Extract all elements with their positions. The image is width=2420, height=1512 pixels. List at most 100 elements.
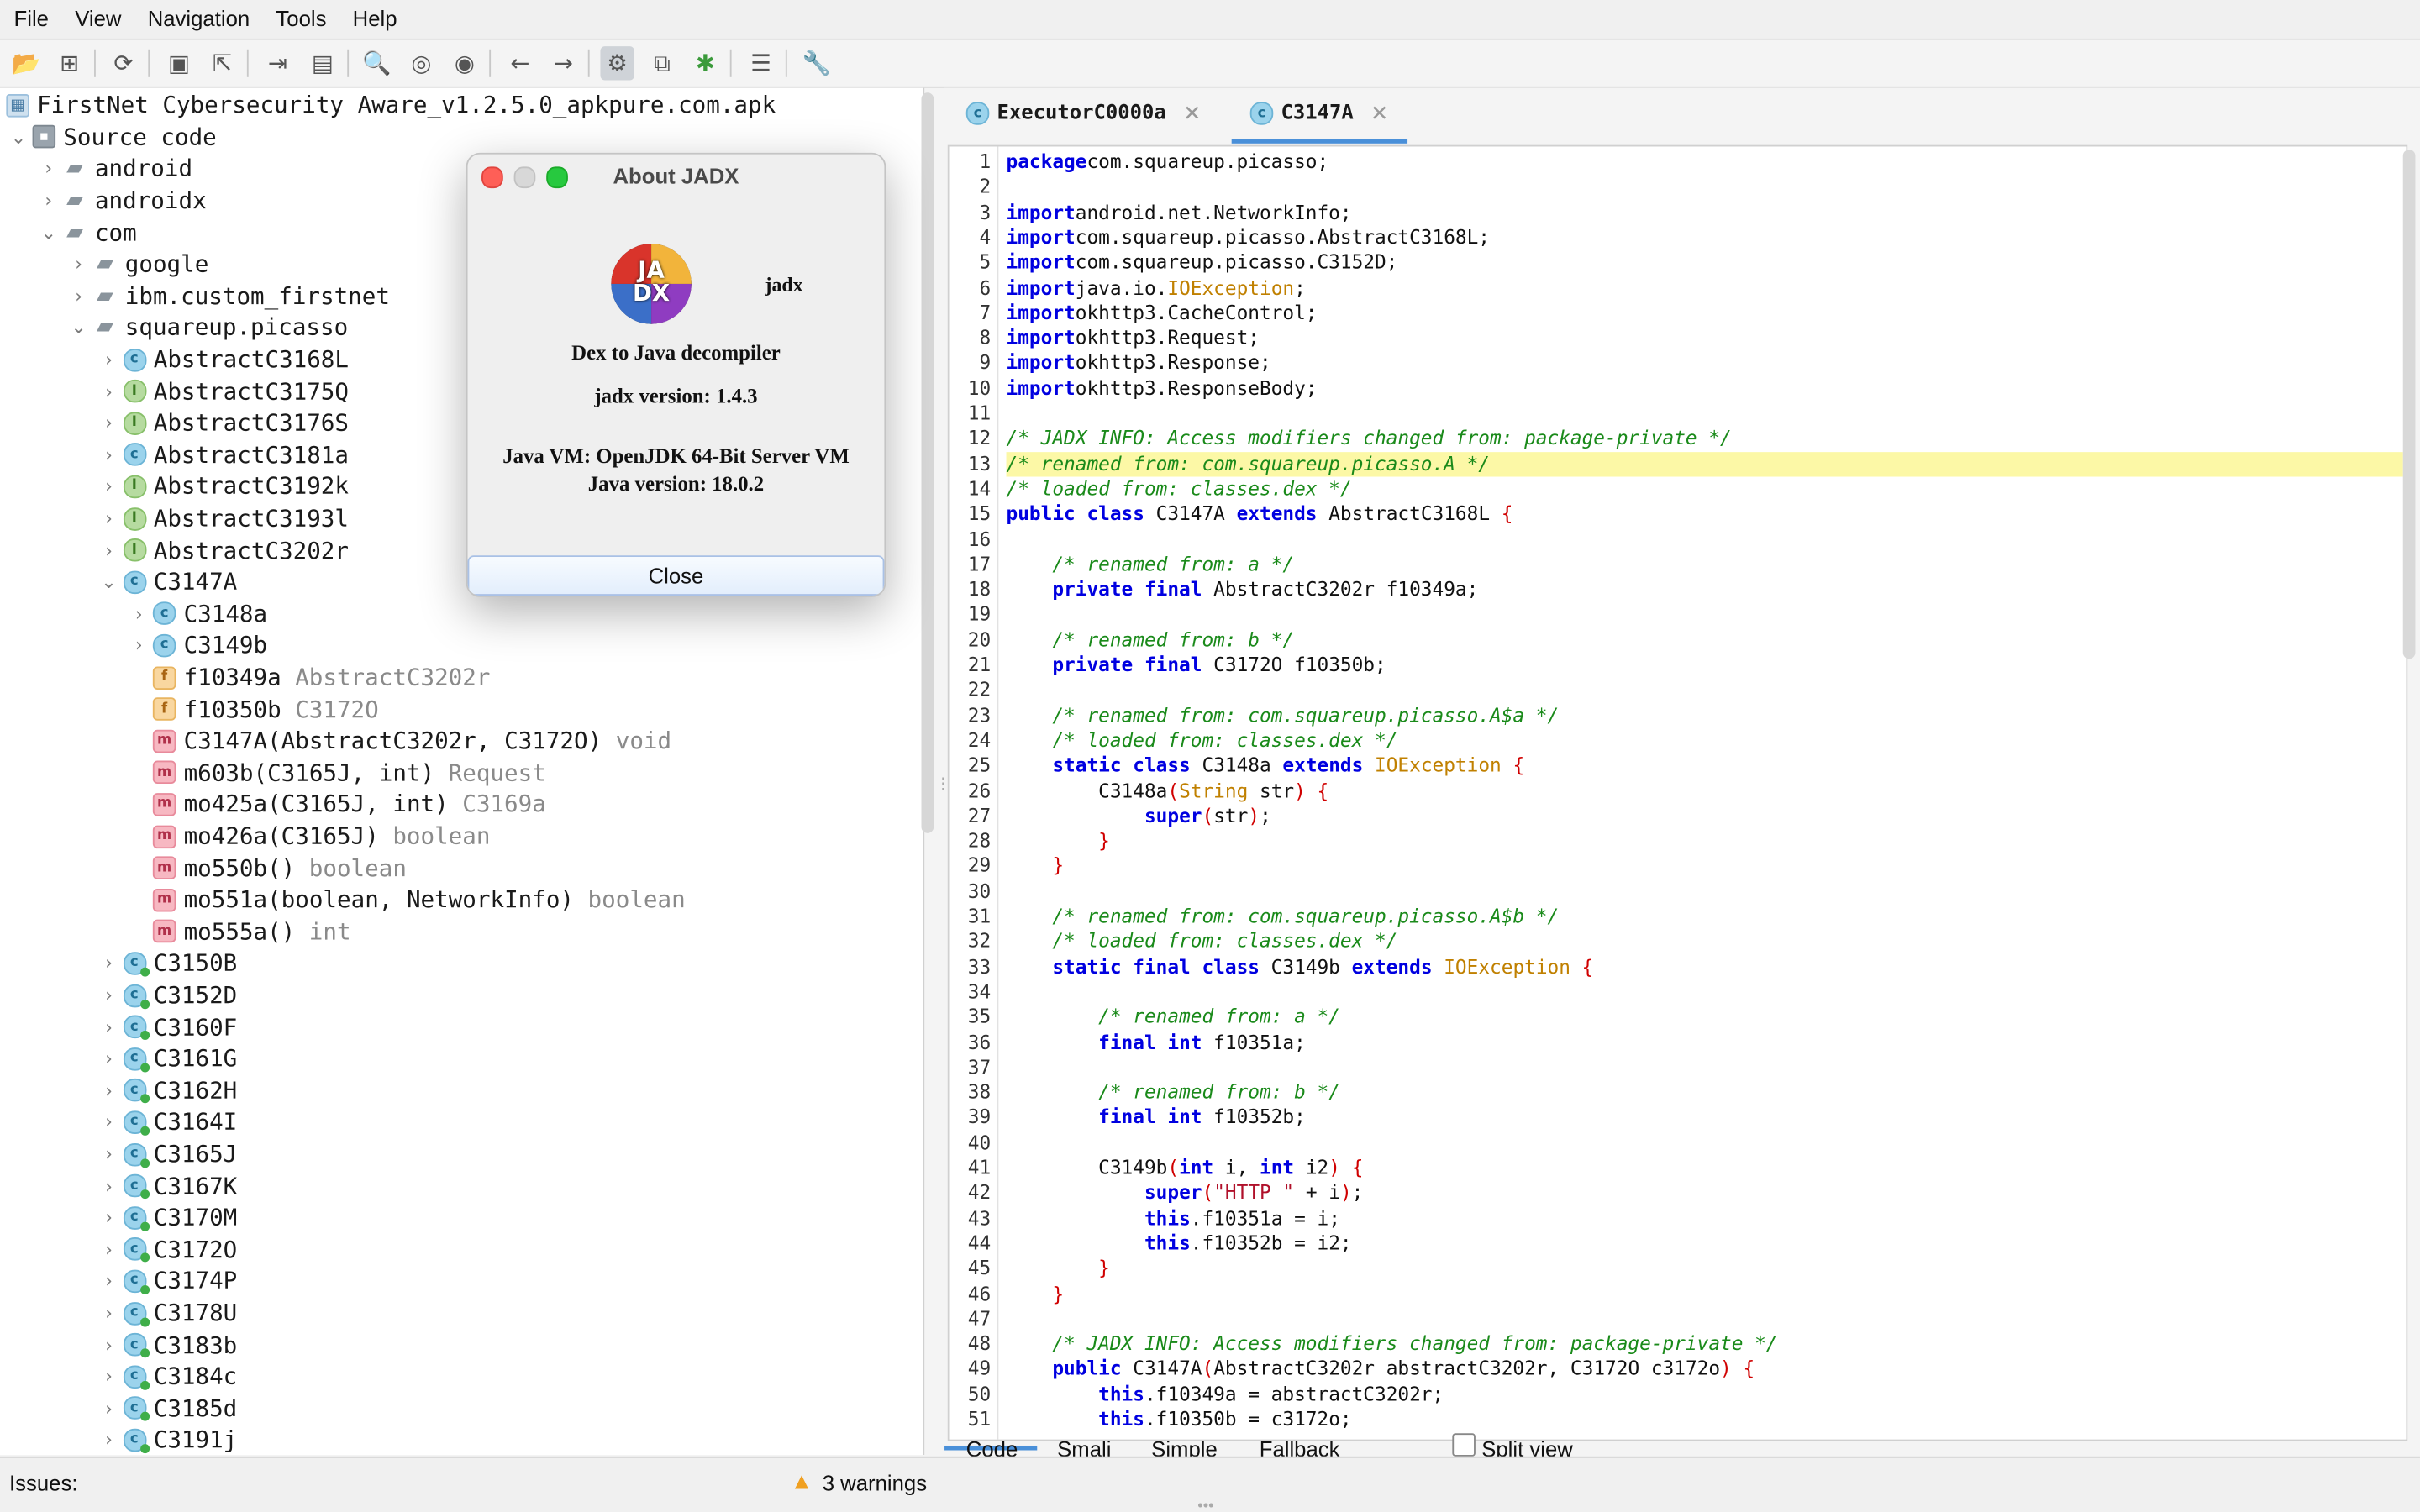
code-line[interactable]: this.f10351a = i; [1007, 1206, 2403, 1231]
code-area[interactable]: packagecom.squareup.picasso; importandroi… [1006, 146, 2403, 1439]
tree-field[interactable]: f f10350b C3172O [127, 693, 379, 725]
chevron-right-icon[interactable]: › [97, 1143, 121, 1165]
search-icon[interactable]: 🔍 [360, 46, 393, 80]
code-line[interactable] [1007, 1306, 2403, 1331]
chevron-right-icon[interactable]: › [97, 1079, 121, 1101]
tree-node[interactable]: › c C3185d [97, 1393, 237, 1425]
chevron-right-icon[interactable]: › [97, 1334, 121, 1356]
tree-node[interactable]: › c C3148a [127, 598, 267, 630]
tree-node[interactable]: › c C3167K [97, 1170, 237, 1202]
tree-node[interactable]: › c C3174P [97, 1265, 237, 1297]
chevron-right-icon[interactable]: › [97, 1207, 121, 1229]
split-view-checkbox[interactable] [1452, 1433, 1476, 1457]
code-line[interactable] [1007, 527, 2403, 552]
code-line[interactable]: this.f10350b = c3172o; [1007, 1407, 2403, 1432]
code-line[interactable]: /* renamed from: a */ [1007, 552, 2403, 577]
code-line[interactable]: importcom.squareup.picasso.C3152D; [1007, 250, 2403, 276]
forward-icon[interactable]: → [546, 46, 580, 80]
code-line[interactable]: importokhttp3.Response; [1007, 351, 2403, 376]
code-line[interactable]: static class C3148a extends IOException … [1007, 753, 2403, 779]
chevron-right-icon[interactable]: › [97, 1016, 121, 1038]
find-usage-icon[interactable]: ◎ [404, 46, 438, 80]
close-icon[interactable]: ✕ [1370, 101, 1389, 125]
resize-grip-icon[interactable]: ••• [1197, 1498, 1213, 1512]
splitter-handle[interactable]: ⋮ [935, 777, 950, 808]
code-line[interactable]: /* renamed from: com.squareup.picasso.A … [1006, 451, 2403, 477]
code-line[interactable]: C3149b(int i, int i2) { [1007, 1156, 2403, 1181]
code-line[interactable] [1007, 979, 2403, 1005]
chevron-right-icon[interactable]: › [66, 286, 91, 307]
code-line[interactable]: /* loaded from: classes.dex */ [1007, 728, 2403, 753]
code-line[interactable]: /* JADX INFO: Access modifiers changed f… [1007, 1331, 2403, 1357]
warnings-indicator[interactable]: ▲ 3 warnings [790, 1469, 927, 1495]
add-files-icon[interactable]: ⊞ [52, 46, 86, 80]
code-line[interactable]: this.f10349a = abstractC3202r; [1007, 1382, 2403, 1407]
chevron-right-icon[interactable]: › [97, 1430, 121, 1452]
tree-node[interactable]: ⌄ ▪ Source code [6, 121, 217, 153]
chevron-right-icon[interactable]: › [36, 190, 60, 212]
chevron-down-icon[interactable]: ⌄ [66, 317, 91, 339]
code-line[interactable]: } [1007, 828, 2403, 853]
code-line[interactable]: importandroid.net.NetworkInfo; [1007, 200, 2403, 225]
tree-node[interactable]: › c C3149b [127, 630, 267, 662]
code-line[interactable]: importokhttp3.Request; [1007, 326, 2403, 351]
tree-node[interactable]: › c C3160F [97, 1011, 237, 1043]
code-line[interactable]: /* renamed from: b */ [1007, 627, 2403, 653]
reload-icon[interactable]: ⟳ [107, 46, 140, 80]
tree-field[interactable]: f f10349a AbstractC3202r [127, 662, 491, 694]
code-line[interactable]: importokhttp3.CacheControl; [1007, 301, 2403, 326]
tree-node[interactable]: › c AbstractC3181a [97, 439, 349, 471]
chevron-right-icon[interactable]: › [97, 476, 121, 498]
chevron-right-icon[interactable]: › [97, 1048, 121, 1070]
flatten-icon[interactable]: ▤ [306, 46, 339, 80]
tree-node[interactable]: › c C3161G [97, 1043, 237, 1075]
code-editor[interactable]: 1 2 3 4 5 6 7 8 9 10 11 12 13 14 15 16 17 18 19 20 21 22 23 24 2… [947, 144, 2408, 1441]
tree-method[interactable]: m C3147A(AbstractC3202r, C3172O) void [127, 725, 671, 757]
debugger-icon[interactable]: ✱ [688, 46, 722, 80]
menu-file[interactable]: File [0, 0, 61, 39]
editor-vertical-scrollbar[interactable] [2402, 150, 2416, 659]
code-line[interactable]: public class C3147A extends AbstractC316… [1007, 501, 2403, 527]
code-line[interactable]: /* renamed from: a */ [1007, 1005, 2403, 1030]
tree-node[interactable]: › ▰ google [66, 249, 208, 281]
log-icon[interactable]: ☰ [744, 46, 777, 80]
chevron-right-icon[interactable]: › [97, 1239, 121, 1261]
tree-node[interactable]: › I AbstractC3175Q [97, 375, 349, 407]
chevron-right-icon[interactable]: › [127, 635, 151, 657]
close-icon[interactable]: ✕ [1183, 101, 1202, 125]
chevron-right-icon[interactable]: › [97, 539, 121, 561]
code-line[interactable]: private final AbstractC3202r f10349a; [1007, 577, 2403, 602]
back-icon[interactable]: ← [503, 46, 537, 80]
tree-scrollbar[interactable] [921, 92, 934, 833]
tree-method[interactable]: m mo551a(boolean, NetworkInfo) boolean [127, 884, 686, 916]
close-button[interactable]: Close [467, 555, 885, 596]
code-line[interactable]: /* JADX INFO: Access modifiers changed f… [1007, 426, 2403, 451]
code-line[interactable] [1007, 602, 2403, 627]
menu-help[interactable]: Help [339, 0, 409, 39]
chevron-right-icon[interactable]: › [97, 507, 121, 529]
code-line[interactable]: /* loaded from: classes.dex */ [1007, 929, 2403, 954]
chevron-right-icon[interactable]: › [66, 254, 91, 276]
tree-node[interactable]: › ▰ androidx [36, 185, 206, 217]
tree-node[interactable]: › ▰ ibm.custom_firstnet [66, 281, 390, 312]
chevron-right-icon[interactable]: › [97, 1366, 121, 1388]
code-line[interactable]: } [1007, 853, 2403, 879]
code-line[interactable] [1007, 879, 2403, 904]
menu-tools[interactable]: Tools [262, 0, 339, 39]
code-line[interactable] [1007, 402, 2403, 427]
tree-method[interactable]: m mo550b() boolean [127, 853, 407, 885]
tree-node[interactable]: ⌄ c C3147A [97, 566, 237, 598]
tree-node[interactable]: ⌄ ▰ squareup.picasso [66, 312, 348, 344]
chevron-right-icon[interactable]: › [97, 953, 121, 974]
tree-node[interactable]: ⌄ ▰ com [36, 217, 137, 249]
chevron-down-icon[interactable]: ⌄ [6, 126, 30, 148]
code-line[interactable]: /* renamed from: b */ [1007, 1080, 2403, 1105]
chevron-right-icon[interactable]: › [97, 412, 121, 434]
tree-node[interactable]: › ▰ android [36, 153, 192, 185]
chevron-right-icon[interactable]: › [127, 603, 151, 625]
tree-method[interactable]: m mo425a(C3165J, int) C3169a [127, 789, 546, 821]
tree-node[interactable]: › c C3152D [97, 979, 237, 1011]
code-line[interactable]: static final class C3149b extends IOExce… [1007, 954, 2403, 979]
preferences-icon[interactable]: 🔧 [799, 46, 833, 80]
code-line[interactable]: /* renamed from: com.squareup.picasso.A$… [1007, 904, 2403, 929]
